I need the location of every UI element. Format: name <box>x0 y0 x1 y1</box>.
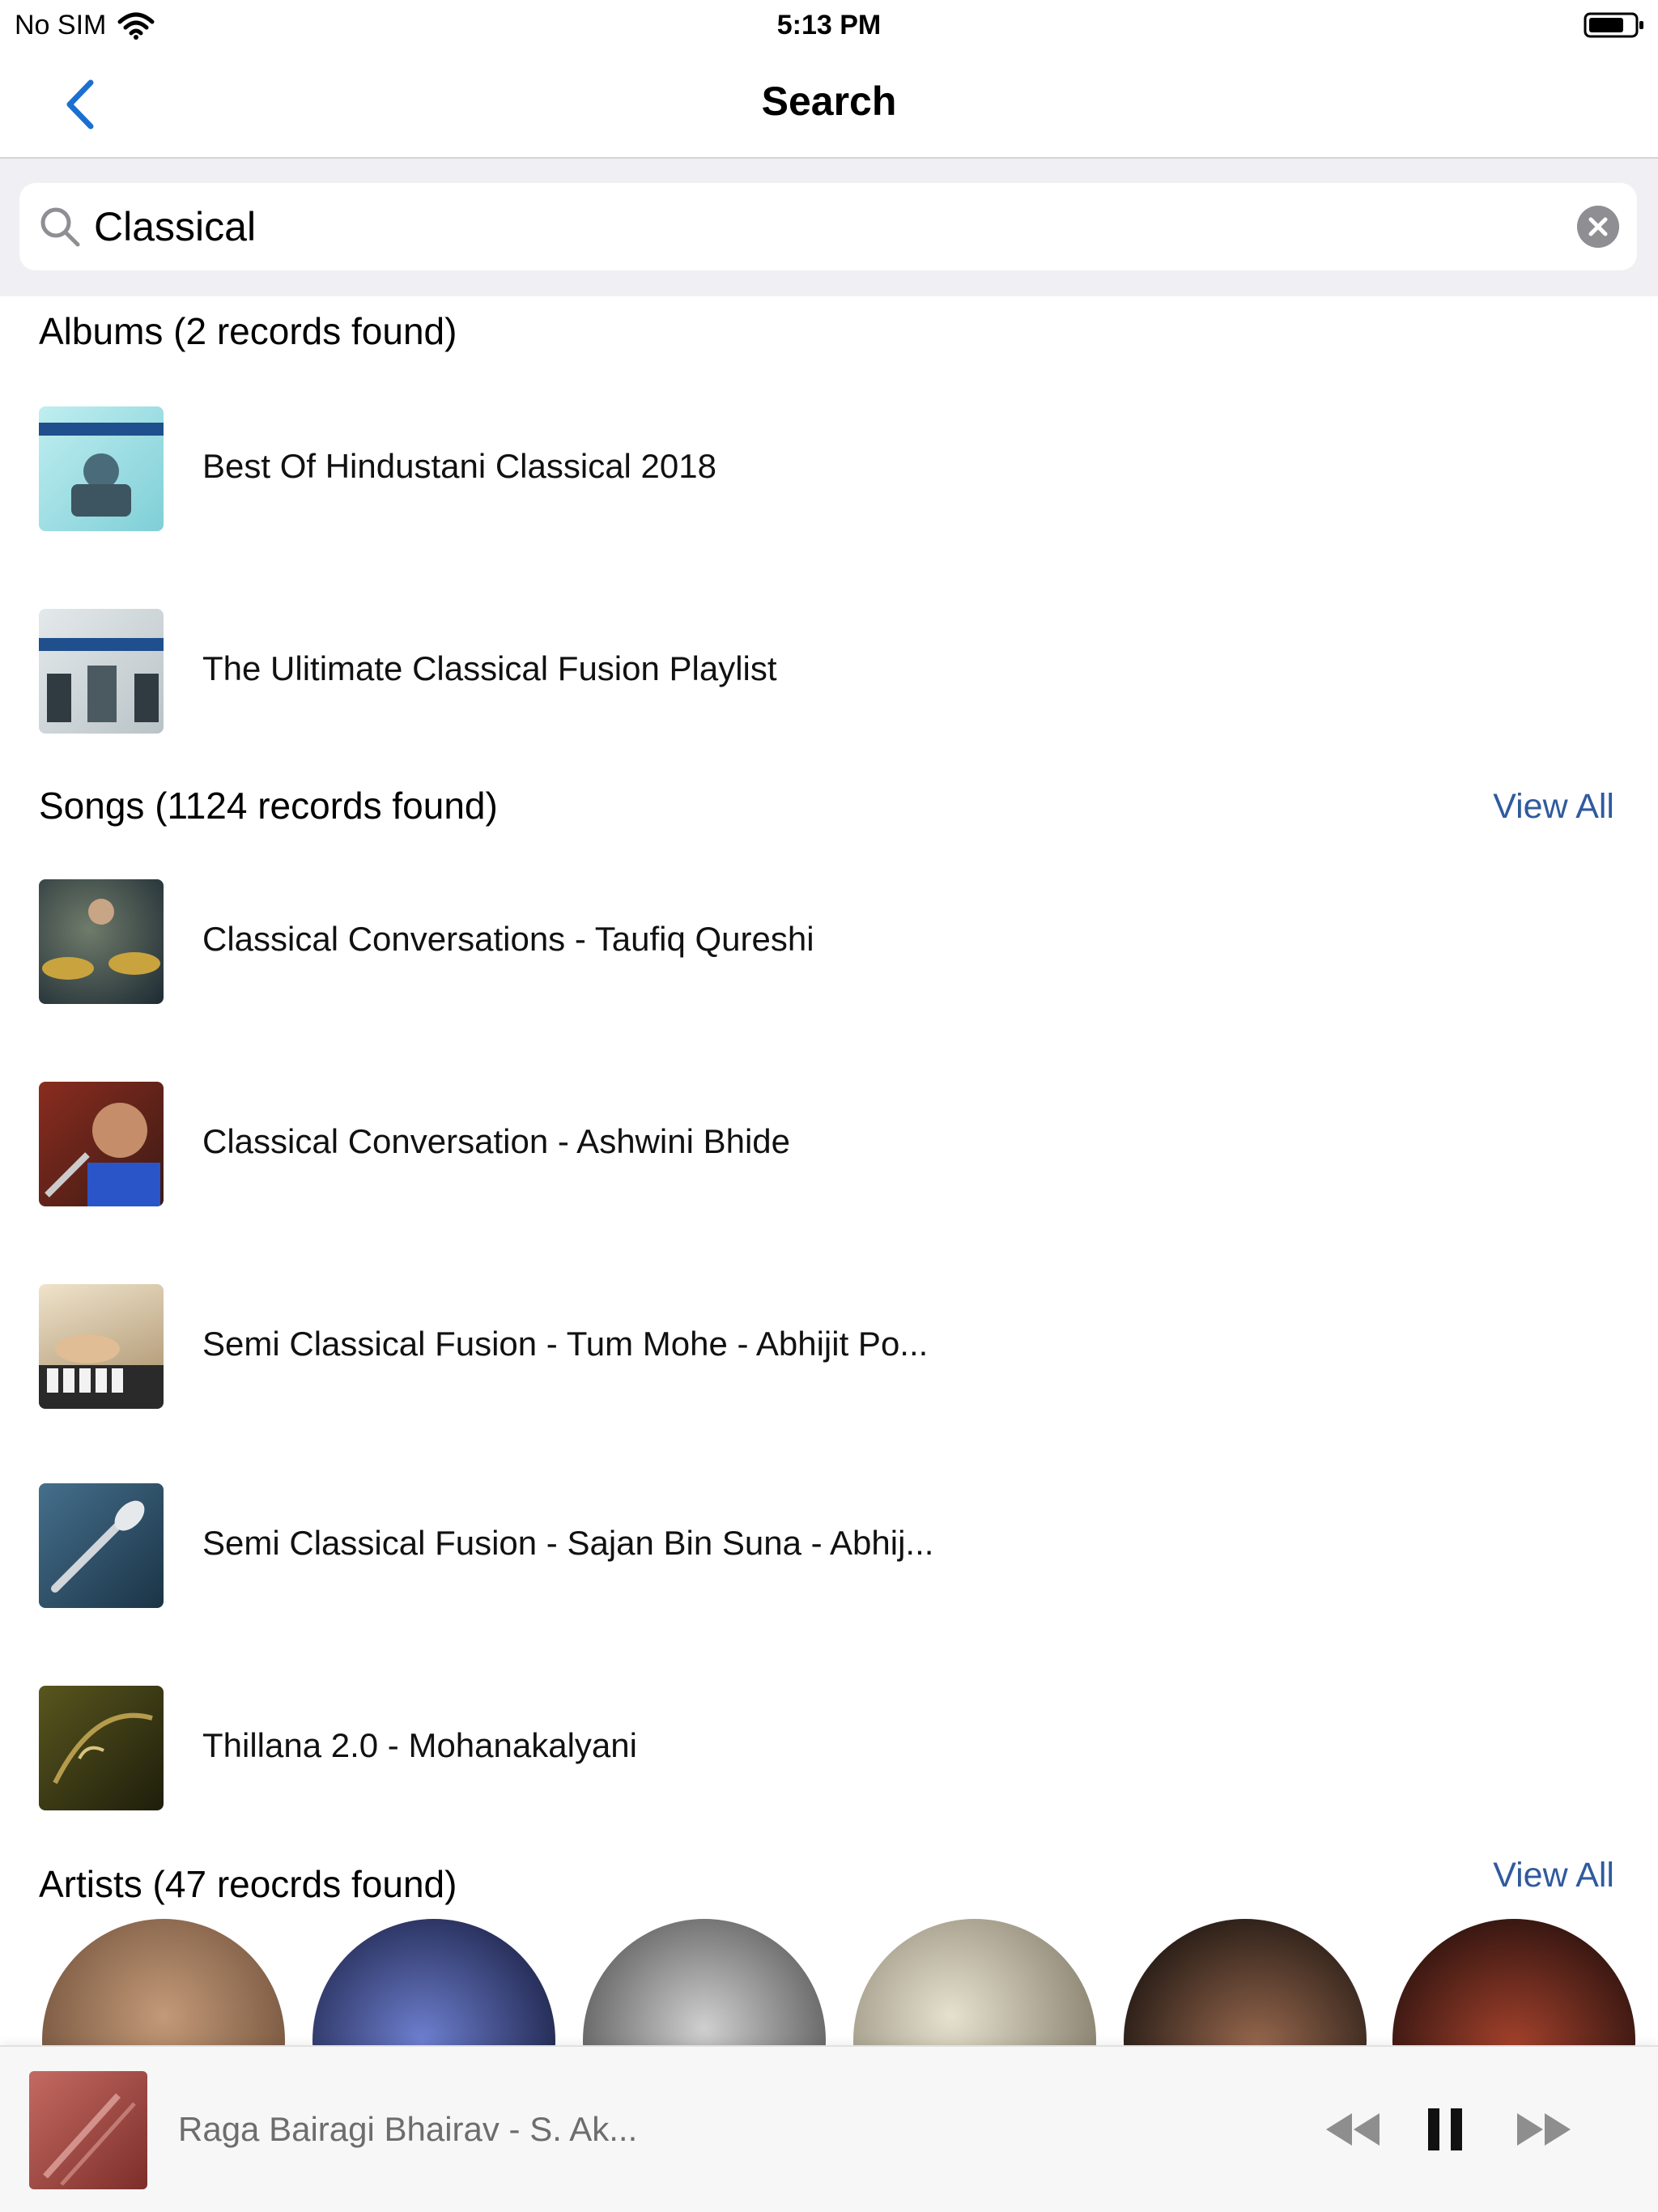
status-bar: No SIM 5:13 PM <box>0 0 1658 52</box>
artists-view-all-link[interactable]: View All <box>1493 1856 1614 1895</box>
song-title: Thillana 2.0 - Mohanakalyani <box>202 1726 637 1764</box>
song-title: Semi Classical Fusion - Sajan Bin Suna -… <box>202 1524 934 1562</box>
songs-view-all-link[interactable]: View All <box>1493 787 1614 827</box>
album-thumbnail <box>39 609 164 734</box>
song-row[interactable]: Semi Classical Fusion - Sajan Bin Suna -… <box>0 1477 1658 1608</box>
song-row[interactable]: Thillana 2.0 - Mohanakalyani <box>0 1679 1658 1810</box>
artist-avatar[interactable] <box>312 1919 555 2045</box>
song-thumbnail <box>39 1082 164 1206</box>
song-thumbnail <box>39 879 164 1004</box>
fast-forward-icon[interactable] <box>1514 2097 1574 2162</box>
pause-icon[interactable] <box>1422 2097 1470 2162</box>
now-playing-title: Raga Bairagi Bhairav - S. Ak... <box>178 2110 638 2148</box>
song-thumbnail <box>39 1483 164 1608</box>
artist-avatar[interactable] <box>583 1919 826 2045</box>
song-title: Semi Classical Fusion - Tum Mohe - Abhij… <box>202 1325 929 1363</box>
rewind-icon[interactable] <box>1323 2097 1383 2162</box>
search-icon <box>40 207 80 247</box>
clear-search-icon[interactable] <box>1577 206 1619 248</box>
status-time: 5:13 PM <box>776 10 882 40</box>
mini-player[interactable]: Raga Bairagi Bhairav - S. Ak... <box>0 2045 1658 2212</box>
song-thumbnail <box>39 1284 164 1409</box>
album-title: Best Of Hindustani Classical 2018 <box>202 447 716 485</box>
albums-header: Albums (2 records found) <box>39 310 457 352</box>
search-area <box>0 159 1658 296</box>
songs-header: Songs (1124 records found) <box>39 785 498 827</box>
album-title: The Ulitimate Classical Fusion Playlist <box>202 649 777 687</box>
song-title: Classical Conversations - Taufiq Qureshi <box>202 920 814 958</box>
album-row[interactable]: The Ulitimate Classical Fusion Playlist <box>0 602 1658 734</box>
song-thumbnail <box>39 1686 164 1810</box>
album-thumbnail <box>39 406 164 531</box>
artist-avatar[interactable] <box>1392 1919 1635 2045</box>
artists-carousel <box>0 1916 1658 2045</box>
nav-bar: Search <box>0 52 1658 159</box>
search-input[interactable] <box>94 194 1551 259</box>
album-row[interactable]: Best Of Hindustani Classical 2018 <box>0 400 1658 531</box>
artist-avatar[interactable] <box>42 1919 285 2045</box>
page-title: Search <box>761 79 897 124</box>
artist-avatar[interactable] <box>853 1919 1096 2045</box>
search-box[interactable] <box>19 183 1637 270</box>
artists-header: Artists (47 reocrds found) <box>39 1863 457 1905</box>
now-playing-artwork[interactable] <box>29 2071 147 2189</box>
song-row[interactable]: Classical Conversation - Ashwini Bhide <box>0 1075 1658 1206</box>
song-row[interactable]: Semi Classical Fusion - Tum Mohe - Abhij… <box>0 1278 1658 1409</box>
artist-avatar[interactable] <box>1124 1919 1367 2045</box>
song-row[interactable]: Classical Conversations - Taufiq Qureshi <box>0 873 1658 1004</box>
battery-icon <box>1584 12 1643 38</box>
song-title: Classical Conversation - Ashwini Bhide <box>202 1122 790 1160</box>
